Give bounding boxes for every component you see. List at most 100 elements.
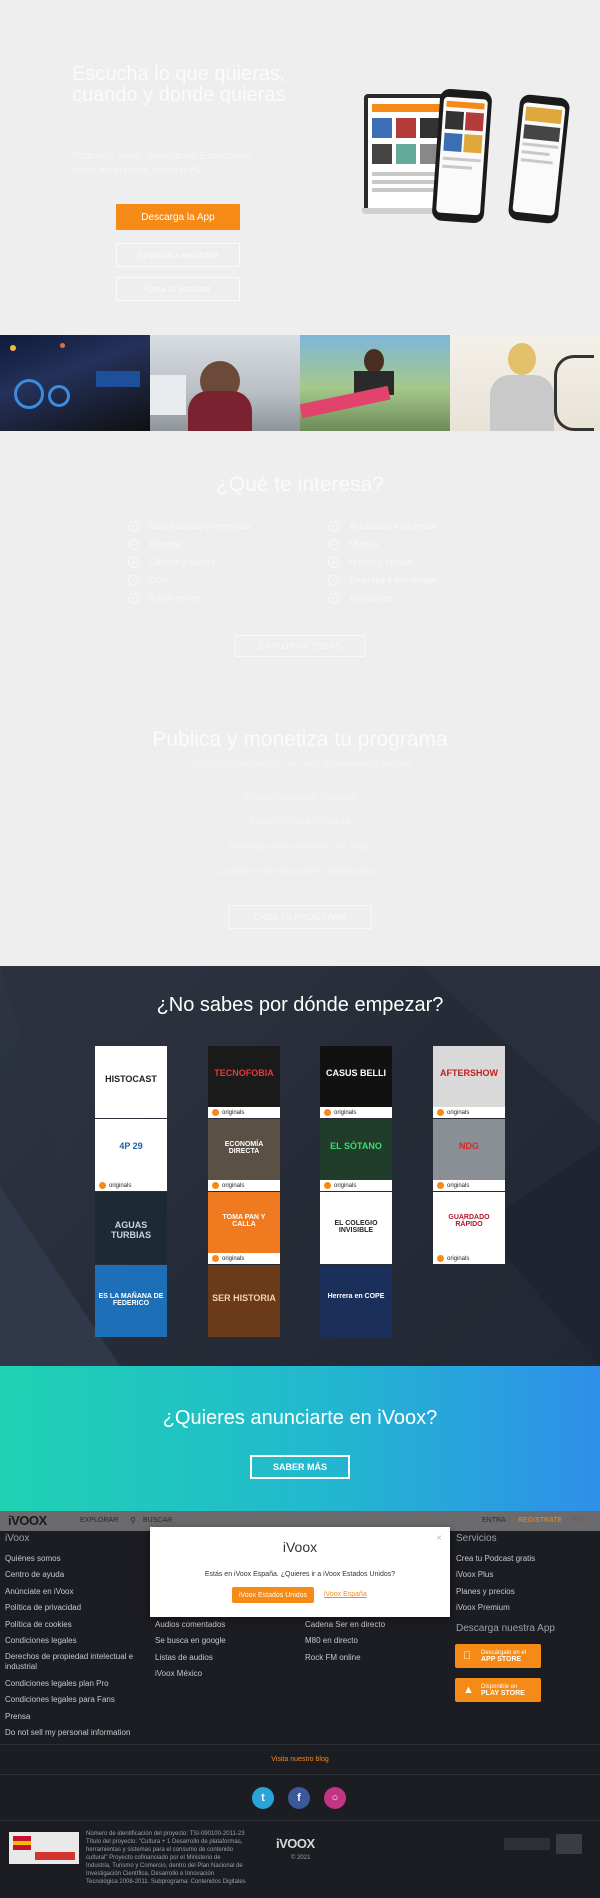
category-item[interactable]: + Ciencia y cultura <box>128 554 251 570</box>
app-store-button[interactable]:  Descárgalo en el APP STORE <box>455 1644 541 1668</box>
podcast-title: SER HISTORIA <box>212 1293 276 1303</box>
podcast-title: 4P 29 <box>119 1141 143 1151</box>
footer-link[interactable]: Cadena Ser en directo <box>305 1620 445 1630</box>
nav-search[interactable]: BUSCAR <box>143 1517 172 1524</box>
search-icon[interactable]: ⚲ <box>130 1516 136 1525</box>
footer-link[interactable]: Audios comentados <box>155 1620 295 1630</box>
learn-more-button[interactable]: SABER MÁS <box>250 1455 350 1479</box>
podcast-tile[interactable]: NDG originals <box>433 1119 505 1191</box>
language-selector[interactable]: ES <box>572 1517 581 1524</box>
footer-link[interactable]: Crea tu Podcast gratis <box>456 1554 596 1564</box>
podcast-tile[interactable]: GUARDADO RÁPIDO originals <box>433 1192 505 1264</box>
podcast-tile[interactable]: AFTERSHOW originals <box>433 1046 505 1118</box>
android-icon: ▲ <box>463 1684 474 1696</box>
close-icon[interactable]: × <box>436 1533 442 1544</box>
podcast-tile[interactable]: ECONOMÍA DIRECTA originals <box>208 1119 280 1191</box>
modal-question: Estás en iVoox España. ¿Quieres ir a iVo… <box>204 1571 396 1578</box>
podcast-tile[interactable]: AGUAS TURBIAS <box>95 1192 167 1264</box>
instagram-icon[interactable]: ○ <box>324 1787 346 1809</box>
advertise-section <box>0 1366 600 1511</box>
podcast-tile[interactable]: 4P 29 originals <box>95 1119 167 1191</box>
blog-link[interactable]: Visita nuestro blog <box>0 1756 600 1763</box>
originals-badge: originals <box>95 1180 167 1191</box>
category-item[interactable]: + Empresa y tecnología <box>328 572 437 588</box>
create-program-button[interactable]: CREA TU PROGRAMA <box>228 905 372 929</box>
category-item[interactable]: + Espiritualidad y creencias <box>128 518 251 534</box>
footer-link[interactable]: Se busca en google <box>155 1636 295 1646</box>
footer-link[interactable]: Listas de audios <box>155 1653 295 1663</box>
footer-link[interactable]: Centro de ayuda <box>5 1570 145 1580</box>
category-item[interactable]: + Audiolibros <box>328 590 437 606</box>
footer-link[interactable]: iVoox México <box>155 1669 295 1679</box>
category-item[interactable]: + Ocio <box>128 572 251 588</box>
category-item[interactable]: + Deporte <box>128 536 251 552</box>
stay-spain-link[interactable]: iVoox España <box>324 1591 367 1598</box>
podcast-title: CASUS BELLI <box>325 1068 386 1078</box>
nav-explore[interactable]: EXPLORAR <box>80 1517 118 1524</box>
podcast-tile[interactable]: Herrera en COPE <box>320 1265 392 1337</box>
footer-link[interactable]: Política de cookies <box>5 1620 145 1630</box>
podcast-tile[interactable]: EL SÓTANO originals <box>320 1119 392 1191</box>
go-us-button[interactable]: iVoox Estados Unidos <box>232 1587 314 1603</box>
play-store-button[interactable]: ▲ Disponible en PLAY STORE <box>455 1678 541 1702</box>
footer-services-title: Servicios <box>456 1533 497 1544</box>
footer-link[interactable]: Derechos de propiedad intelectual e indu… <box>5 1652 145 1672</box>
originals-badge: originals <box>433 1180 505 1191</box>
footer-link[interactable]: Anúnciate en iVoox <box>5 1587 145 1597</box>
footer-link[interactable]: Condiciones legales plan Pro <box>5 1679 145 1689</box>
footer-logo: iVOOX <box>276 1836 315 1851</box>
start-listening-button[interactable]: Empieza a escuchar <box>116 243 240 267</box>
hero-subtitle: Podcasts, radio, audiolibros. Escúchalos… <box>72 151 252 176</box>
footer-link[interactable]: iVoox Plus <box>456 1570 596 1580</box>
podcast-title: ES LA MAÑANA DE FEDERICO <box>98 1293 164 1307</box>
photo-office <box>150 335 300 431</box>
footer-link[interactable]: Prensa <box>5 1712 145 1722</box>
podcast-tile[interactable]: TOMA PAN Y CALLA originals <box>208 1192 280 1264</box>
footer-divider <box>0 1820 600 1821</box>
publish-title: Publica y monetiza tu programa <box>152 728 448 751</box>
create-podcast-button[interactable]: Crea tu podcast <box>116 277 240 301</box>
category-item[interactable]: + Actualidad y sociedad <box>328 518 437 534</box>
download-app-button[interactable]: Descarga la App <box>116 204 240 230</box>
footer-link[interactable]: Quiénes somos <box>5 1554 145 1564</box>
fund-logo <box>556 1834 582 1854</box>
facebook-icon[interactable]: f <box>288 1787 310 1809</box>
photo-driving <box>0 335 150 431</box>
podcast-title: NDG <box>459 1141 479 1151</box>
plus-icon: + <box>328 592 339 604</box>
podcast-tile[interactable]: EL COLEGIO INVISIBLE <box>320 1192 392 1264</box>
footer-link[interactable]: Política de privacidad <box>5 1603 145 1613</box>
footer-link[interactable]: M80 en directo <box>305 1636 445 1646</box>
plus-icon: + <box>328 538 339 550</box>
navbar-logo[interactable]: iVOOX <box>8 1513 47 1528</box>
category-item[interactable]: + Música <box>328 536 437 552</box>
twitter-icon[interactable]: t <box>252 1787 274 1809</box>
footer-link[interactable]: Rock FM online <box>305 1653 445 1663</box>
publish-item: Monetiza con contenido de pago <box>227 841 373 852</box>
nav-login[interactable]: ENTRA <box>482 1517 506 1524</box>
footer-link[interactable]: Condiciones legales para Fans <box>5 1695 145 1705</box>
podcast-tile[interactable]: ES LA MAÑANA DE FEDERICO <box>95 1265 167 1337</box>
interests-title: ¿Qué te interesa? <box>215 473 385 496</box>
interests-right-list: + Actualidad y sociedad + Música + Humor y … <box>328 518 437 606</box>
interests-left-list: + Espiritualidad y creencias + Deporte + Ci… <box>128 518 251 606</box>
plus-icon: + <box>328 520 339 532</box>
copyright: © 2021 <box>291 1855 311 1861</box>
category-item[interactable]: + Radio online <box>128 590 251 606</box>
podcast-tile[interactable]: HISTOCAST <box>95 1046 167 1118</box>
explore-all-button[interactable]: EXPLORAR TODAS <box>235 635 365 657</box>
nav-register[interactable]: REGISTRATE <box>518 1517 562 1524</box>
podcast-tile[interactable]: SER HISTORIA <box>208 1265 280 1337</box>
footer-link[interactable]: Planes y precios <box>456 1587 596 1597</box>
category-item[interactable]: + Humor y familia <box>328 554 437 570</box>
country-modal: iVoox × Estás en iVoox España. ¿Quieres … <box>150 1527 450 1617</box>
footer-link[interactable]: iVoox Premium <box>456 1603 596 1613</box>
podcast-tile[interactable]: TECNOFOBIA originals <box>208 1046 280 1118</box>
footer-link[interactable]: Do not sell my personal information <box>5 1728 145 1738</box>
publish-subtitle: Crea tu programa de audio en iVoox, la p… <box>189 760 411 769</box>
download-app-title: Descarga nuestra App <box>456 1623 555 1634</box>
footer-divider <box>0 1744 600 1745</box>
podcast-tile[interactable]: CASUS BELLI originals <box>320 1046 392 1118</box>
footer-link[interactable]: Condiciones legales <box>5 1636 145 1646</box>
originals-badge: originals <box>208 1253 280 1264</box>
